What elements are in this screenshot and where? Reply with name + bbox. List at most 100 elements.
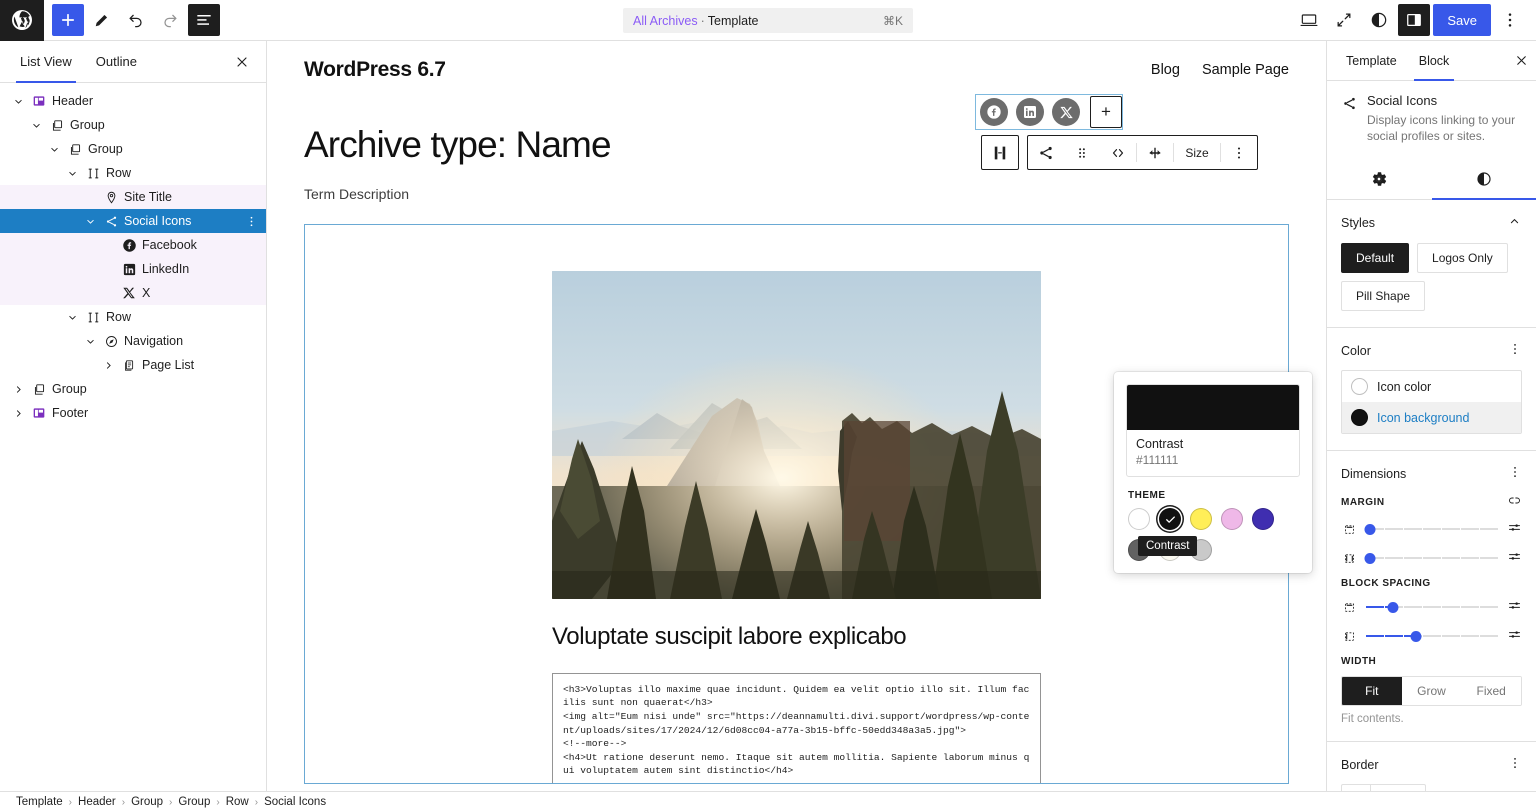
color-picker-popover[interactable]: Contrast #111111 THEME Contrast (1114, 372, 1312, 573)
chevron-down-icon[interactable] (44, 139, 64, 159)
breadcrumb-item-template[interactable]: Template (16, 796, 63, 808)
select-parent-row-icon[interactable] (982, 136, 1018, 169)
list-view-item-group[interactable]: Group (0, 113, 266, 137)
list-view-item-group[interactable]: Group (0, 137, 266, 161)
chevron-down-icon[interactable] (26, 115, 46, 135)
chevron-down-icon[interactable] (62, 163, 82, 183)
site-title[interactable]: WordPress 6.7 (304, 58, 446, 82)
list-view-item-page-list[interactable]: Page List (0, 353, 266, 377)
tab-styles-contrast-icon[interactable] (1432, 158, 1536, 199)
styles-button[interactable] (1363, 4, 1395, 36)
color-row-icon-background[interactable]: Icon background (1342, 402, 1521, 433)
list-view-item-social-icons[interactable]: Social Icons (0, 209, 266, 233)
nav-link-blog[interactable]: Blog (1151, 62, 1180, 78)
more-options-icon[interactable] (1494, 4, 1526, 36)
post-featured-image[interactable] (552, 271, 1041, 599)
chevron-right-icon[interactable] (8, 403, 28, 423)
size-button[interactable]: Size (1174, 136, 1220, 169)
list-view-item-facebook[interactable]: Facebook (0, 233, 266, 257)
social-icons-block-selected[interactable]: + (976, 95, 1122, 129)
tab-template[interactable]: Template (1335, 41, 1408, 80)
list-view-item-footer[interactable]: Footer (0, 401, 266, 425)
list-view-item-row[interactable]: Row (0, 305, 266, 329)
nav-link-sample-page[interactable]: Sample Page (1202, 62, 1289, 78)
color-swatch-accent-2[interactable] (1221, 508, 1243, 530)
list-view-item-header[interactable]: Header (0, 89, 266, 113)
style-option-pill-shape[interactable]: Pill Shape (1341, 281, 1425, 311)
tab-settings-gear-icon[interactable] (1327, 158, 1432, 199)
input-control-icon[interactable] (1507, 549, 1522, 567)
dimension-slider[interactable] (1365, 520, 1499, 538)
chevron-up-icon[interactable] (1507, 214, 1522, 232)
add-block-button[interactable] (52, 4, 84, 36)
redo-button[interactable] (154, 4, 186, 36)
list-view-item-navigation[interactable]: Navigation (0, 329, 266, 353)
chevron-down-icon[interactable] (80, 331, 100, 351)
color-row-icon-color[interactable]: Icon color (1342, 371, 1521, 402)
more-options-icon[interactable] (1221, 136, 1257, 169)
style-option-logos-only[interactable]: Logos Only (1417, 243, 1508, 273)
more-options-icon[interactable] (242, 215, 260, 228)
chevron-down-icon[interactable] (80, 211, 100, 231)
width-option-fit[interactable]: Fit (1342, 677, 1402, 705)
input-control-icon[interactable] (1507, 627, 1522, 645)
close-icon[interactable] (226, 46, 258, 78)
tab-outline[interactable]: Outline (84, 41, 149, 82)
wordpress-logo-icon[interactable] (0, 0, 44, 41)
border-width-input-group[interactable]: 0 px (1341, 784, 1426, 791)
breadcrumb-item-row[interactable]: Row (226, 796, 249, 808)
save-button[interactable]: Save (1433, 4, 1491, 36)
x-twitter-icon[interactable] (1052, 98, 1080, 126)
list-view-toggle-button[interactable] (188, 4, 220, 36)
input-control-icon[interactable] (1507, 598, 1522, 616)
chevron-right-icon[interactable] (8, 379, 28, 399)
add-social-icon-button[interactable]: + (1090, 96, 1122, 128)
list-view-item-linkedin[interactable]: LinkedIn (0, 257, 266, 281)
input-control-icon[interactable] (1507, 520, 1522, 538)
fullscreen-button[interactable] (1328, 4, 1360, 36)
breadcrumb-item-group[interactable]: Group (178, 796, 210, 808)
post-title[interactable]: Voluptate suscipit labore explicabo (552, 623, 1041, 651)
dimension-slider[interactable] (1365, 549, 1499, 567)
list-view-item-row[interactable]: Row (0, 161, 266, 185)
list-view-item-site-title[interactable]: Site Title (0, 185, 266, 209)
more-options-icon[interactable] (1508, 342, 1522, 359)
color-swatch-accent-1[interactable] (1190, 508, 1212, 530)
drag-handle-icon[interactable] (1064, 136, 1100, 169)
move-left-right-icon[interactable] (1100, 136, 1136, 169)
color-swatch-contrast[interactable] (1159, 508, 1181, 530)
linkedin-icon[interactable] (1016, 98, 1044, 126)
list-view-item-x[interactable]: X (0, 281, 266, 305)
term-description[interactable]: Term Description (304, 186, 1289, 202)
color-swatch-base[interactable] (1128, 508, 1150, 530)
width-option-fixed[interactable]: Fixed (1461, 677, 1521, 705)
tab-block[interactable]: Block (1408, 41, 1461, 80)
undo-button[interactable] (120, 4, 152, 36)
tools-edit-button[interactable] (86, 4, 118, 36)
device-preview-button[interactable] (1293, 4, 1325, 36)
color-swatch-accent-3[interactable] (1252, 508, 1274, 530)
more-options-icon[interactable] (1508, 756, 1522, 773)
chevron-down-icon[interactable] (8, 91, 28, 111)
more-options-icon[interactable] (1508, 465, 1522, 482)
block-toolbar-main-group: Size (1027, 135, 1258, 170)
chevron-down-icon[interactable] (62, 307, 82, 327)
dimension-slider[interactable] (1365, 627, 1499, 645)
post-content-code-block[interactable]: <h3>Voluptas illo maxime quae incidunt. … (552, 673, 1041, 784)
breadcrumb-item-social-icons[interactable]: Social Icons (264, 796, 326, 808)
width-option-grow[interactable]: Grow (1402, 677, 1462, 705)
breadcrumb-item-header[interactable]: Header (78, 796, 116, 808)
command-center-bar[interactable]: All Archives·Template ⌘K (623, 8, 913, 33)
dimension-slider[interactable] (1365, 598, 1499, 616)
facebook-icon[interactable] (980, 98, 1008, 126)
tab-list-view[interactable]: List View (8, 41, 84, 82)
close-icon[interactable] (1506, 41, 1536, 80)
list-view-item-group[interactable]: Group (0, 377, 266, 401)
block-type-share-icon[interactable] (1028, 136, 1064, 169)
align-icon[interactable] (1137, 136, 1173, 169)
style-option-default[interactable]: Default (1341, 243, 1409, 273)
chevron-right-icon[interactable] (98, 355, 118, 375)
settings-sidebar-button[interactable] (1398, 4, 1430, 36)
breadcrumb-item-group[interactable]: Group (131, 796, 163, 808)
link-sides-icon[interactable] (1507, 493, 1522, 511)
